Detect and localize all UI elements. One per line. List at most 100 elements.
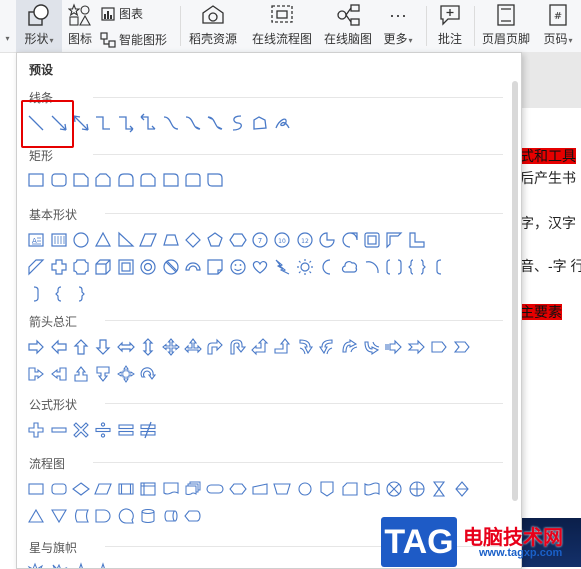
flowchart-data-shape[interactable]	[92, 478, 114, 500]
flowchart-collate-shape[interactable]	[428, 478, 450, 500]
math-minus-shape[interactable]	[47, 419, 69, 441]
down-arrow-callout-shape[interactable]	[92, 363, 114, 385]
pentagon-shape[interactable]	[204, 229, 226, 251]
half-frame-shape[interactable]	[383, 229, 405, 251]
flowchart-manual-input-shape[interactable]	[249, 478, 271, 500]
double-brace-shape[interactable]	[406, 256, 428, 278]
flowchart-document-shape[interactable]	[159, 478, 181, 500]
flowchart-or-shape[interactable]	[406, 478, 428, 500]
flowchart-summing-junction-shape[interactable]	[383, 478, 405, 500]
plaque-shape[interactable]	[70, 256, 92, 278]
elbow-connector-shape[interactable]	[92, 112, 114, 134]
left-bracket-shape[interactable]	[428, 256, 450, 278]
parallelogram-shape[interactable]	[137, 229, 159, 251]
pie-shape[interactable]	[316, 229, 338, 251]
flowchart-offpage-connector-shape[interactable]	[316, 478, 338, 500]
oval-shape[interactable]	[70, 229, 92, 251]
quad-arrow-callout-shape[interactable]	[115, 363, 137, 385]
lightning-bolt-shape[interactable]	[271, 256, 293, 278]
flowchart-button[interactable]: 在线流程图	[248, 0, 316, 52]
up-down-arrow-shape[interactable]	[137, 336, 159, 358]
math-not-equal-shape[interactable]	[137, 419, 159, 441]
flowchart-stored-data-shape[interactable]	[70, 505, 92, 527]
decagon-shape[interactable]: 10	[271, 229, 293, 251]
bevel-shape[interactable]	[115, 256, 137, 278]
right-arrow-shape[interactable]	[25, 336, 47, 358]
heptagon-shape[interactable]: 7	[249, 229, 271, 251]
curved-down-arrow-shape[interactable]	[361, 336, 383, 358]
block-arc-shape[interactable]	[182, 256, 204, 278]
left-right-arrow-shape[interactable]	[115, 336, 137, 358]
explosion-2-shape[interactable]	[47, 561, 69, 568]
up-arrow-callout-shape[interactable]	[70, 363, 92, 385]
folded-corner-shape[interactable]	[204, 256, 226, 278]
ribbon-prev-dropdown[interactable]: ▾	[0, 0, 14, 52]
notched-right-arrow-shape[interactable]	[406, 336, 428, 358]
flowchart-manual-operation-shape[interactable]	[271, 478, 293, 500]
arc-shape[interactable]	[361, 256, 383, 278]
curved-up-arrow-shape[interactable]	[338, 336, 360, 358]
plus-shape[interactable]	[47, 256, 69, 278]
flowchart-magnetic-disk-shape[interactable]	[137, 505, 159, 527]
snip-round-rectangle-shape[interactable]	[137, 169, 159, 191]
round-same-side-rectangle-shape[interactable]	[182, 169, 204, 191]
down-arrow-shape[interactable]	[92, 336, 114, 358]
shape-button[interactable]: 形状▾	[16, 0, 62, 52]
circular-arrow-shape[interactable]	[137, 363, 159, 385]
teardrop-shape[interactable]	[338, 229, 360, 251]
diamond-shape[interactable]	[182, 229, 204, 251]
flowchart-alternate-process-shape[interactable]	[47, 478, 69, 500]
textbox-shape[interactable]: A	[25, 229, 47, 251]
right-arrow-callout-shape[interactable]	[25, 363, 47, 385]
elbow-arrow-connector-shape[interactable]	[115, 112, 137, 134]
triangle-shape[interactable]	[92, 229, 114, 251]
left-right-up-arrow-shape[interactable]	[182, 336, 204, 358]
heart-shape[interactable]	[249, 256, 271, 278]
striped-right-arrow-shape[interactable]	[383, 336, 405, 358]
star-5-point-shape[interactable]	[92, 561, 114, 568]
snip-same-side-rectangle-shape[interactable]	[92, 169, 114, 191]
panel-scrollbar[interactable]	[512, 81, 518, 501]
elbow-double-arrow-connector-shape[interactable]	[137, 112, 159, 134]
frame-shape[interactable]	[361, 229, 383, 251]
flowchart-delay-shape[interactable]	[92, 505, 114, 527]
round-diagonal-rectangle-shape[interactable]	[204, 169, 226, 191]
pentagon-arrow-shape[interactable]	[428, 336, 450, 358]
flowchart-sort-shape[interactable]	[450, 478, 472, 500]
left-brace-shape[interactable]	[47, 283, 69, 305]
rectangle-shape[interactable]	[25, 169, 47, 191]
flowchart-multidocument-shape[interactable]	[182, 478, 204, 500]
freeform-shape[interactable]	[249, 112, 271, 134]
smart-art-button[interactable]: 智能图形	[100, 31, 167, 48]
curved-arrow-connector-shape[interactable]	[182, 112, 204, 134]
sun-shape[interactable]	[294, 256, 316, 278]
hexagon-shape[interactable]	[227, 229, 249, 251]
flowchart-card-shape[interactable]	[338, 478, 360, 500]
flowchart-predefined-process-shape[interactable]	[115, 478, 137, 500]
flowchart-decision-shape[interactable]	[70, 478, 92, 500]
flowchart-connector-shape[interactable]	[294, 478, 316, 500]
diagonal-stripe-shape[interactable]	[25, 256, 47, 278]
l-shape[interactable]	[406, 229, 428, 251]
curved-double-arrow-connector-shape[interactable]	[204, 112, 226, 134]
bent-arrow-shape[interactable]	[204, 336, 226, 358]
double-bracket-shape[interactable]	[383, 256, 405, 278]
moon-shape[interactable]	[316, 256, 338, 278]
curved-connector-shape[interactable]	[159, 112, 181, 134]
chevron-shape[interactable]	[450, 336, 472, 358]
flowchart-display-shape[interactable]	[182, 505, 204, 527]
bent-up-arrow-shape[interactable]	[271, 336, 293, 358]
left-arrow-shape[interactable]	[47, 336, 69, 358]
curve-shape[interactable]	[227, 112, 249, 134]
page-number-button[interactable]: # 页码▾	[538, 0, 578, 52]
smiley-face-shape[interactable]	[227, 256, 249, 278]
right-brace-shape[interactable]	[70, 283, 92, 305]
docer-button[interactable]: 稻壳资源	[186, 0, 240, 52]
flowchart-merge-shape[interactable]	[47, 505, 69, 527]
no-symbol-shape[interactable]	[159, 256, 181, 278]
scribble-shape[interactable]	[271, 112, 293, 134]
header-footer-button[interactable]: 页眉页脚	[480, 0, 532, 52]
chart-button[interactable]: 图表	[100, 5, 143, 22]
right-triangle-shape[interactable]	[115, 229, 137, 251]
comment-button[interactable]: 批注	[432, 0, 468, 52]
